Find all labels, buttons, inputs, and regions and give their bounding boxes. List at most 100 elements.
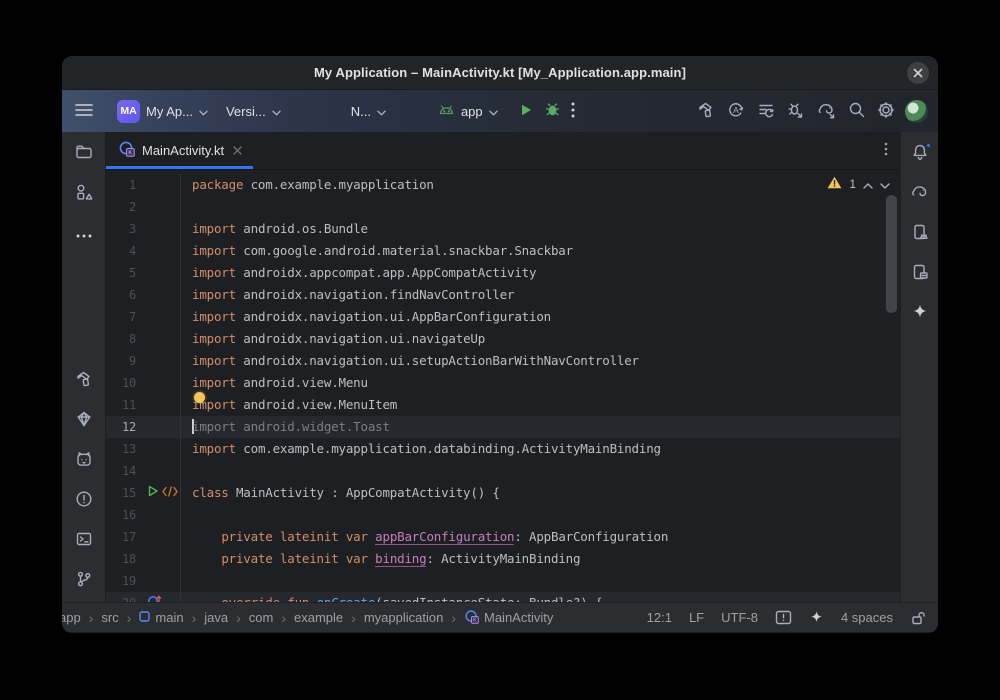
line-number[interactable]: 11 (106, 394, 140, 416)
search-everywhere-button[interactable] (842, 96, 871, 126)
line-number[interactable]: 4 (106, 240, 140, 262)
code-text[interactable]: import com.example.myapplication.databin… (180, 438, 900, 460)
override-method-icon[interactable] (147, 592, 162, 602)
gemini-status-icon[interactable] (809, 610, 824, 625)
code-text[interactable]: import androidx.navigation.findNavContro… (180, 284, 900, 306)
code-text[interactable]: class MainActivity : AppCompatActivity()… (180, 482, 900, 504)
gemini-button[interactable] (907, 302, 933, 325)
build-tool-button[interactable] (71, 369, 97, 392)
line-number[interactable]: 15 (106, 482, 140, 504)
attach-debugger-button[interactable] (781, 96, 811, 127)
line-number[interactable]: 17 (106, 526, 140, 548)
caret-position[interactable]: 12:1 (647, 610, 672, 625)
code-text[interactable]: import androidx.navigation.ui.AppBarConf… (180, 306, 900, 328)
breadcrumb-item-myapplication[interactable]: myapplication (364, 610, 444, 625)
more-actions-button[interactable] (566, 98, 580, 125)
breadcrumb-item-src[interactable]: src (101, 610, 118, 625)
code-text[interactable]: import android.widget.Toast (180, 416, 900, 438)
code-text[interactable] (180, 196, 900, 218)
code-text[interactable]: import androidx.navigation.ui.setupActio… (180, 350, 900, 372)
line-number[interactable]: 9 (106, 350, 140, 372)
project-tool-button[interactable] (71, 142, 97, 165)
editor-tab-mainactivity[interactable]: K MainActivity.kt (106, 132, 253, 169)
previous-problem-button[interactable] (863, 177, 873, 192)
titlebar[interactable]: My Application – MainActivity.kt [My_App… (62, 56, 938, 90)
line-number[interactable]: 1 (106, 174, 140, 196)
line-number[interactable]: 6 (106, 284, 140, 306)
line-number[interactable]: 16 (106, 504, 140, 526)
code-text[interactable] (180, 460, 900, 482)
line-number[interactable]: 18 (106, 548, 140, 570)
line-number[interactable]: 12 (106, 416, 140, 438)
project-selector[interactable]: MA My Ap... (112, 96, 213, 127)
app-quality-insights-tool-button[interactable] (71, 409, 97, 432)
file-encoding[interactable]: UTF-8 (721, 610, 758, 625)
run-gutter-icon[interactable] (147, 482, 159, 504)
gutter[interactable] (140, 482, 180, 504)
editor-scrollbar[interactable] (886, 195, 897, 313)
line-separator[interactable]: LF (689, 610, 704, 625)
tab-options-button[interactable] (879, 132, 900, 169)
vcs-widget[interactable]: Versi... (221, 100, 286, 123)
run-button[interactable] (513, 98, 539, 125)
gutter[interactable] (140, 592, 180, 602)
running-devices-button[interactable] (907, 262, 933, 285)
version-control-tool-button[interactable] (71, 569, 97, 592)
apply-code-changes-button[interactable] (751, 96, 781, 127)
line-number[interactable]: 13 (106, 438, 140, 460)
settings-button[interactable] (871, 96, 901, 127)
code-text[interactable]: import com.google.android.material.snack… (180, 240, 900, 262)
breadcrumb-item-mainactivity[interactable]: KMainActivity (464, 609, 553, 627)
line-number[interactable]: 19 (106, 570, 140, 592)
line-number[interactable]: 5 (106, 262, 140, 284)
line-number[interactable]: 7 (106, 306, 140, 328)
debug-button[interactable] (539, 97, 566, 125)
run-configuration-selector[interactable]: app (433, 98, 503, 124)
gradle-sync-button[interactable] (811, 96, 842, 127)
inspections-widget[interactable]: 1 (827, 176, 890, 192)
line-number[interactable]: 3 (106, 218, 140, 240)
window-close-button[interactable] (907, 62, 929, 84)
build-button[interactable] (691, 96, 721, 127)
profile-avatar[interactable] (905, 100, 928, 123)
code-text[interactable]: override fun onCreate(savedInstanceState… (180, 592, 900, 602)
main-menu-button[interactable] (70, 99, 98, 124)
unlocked-icon[interactable] (910, 610, 926, 626)
gradle-tool-button[interactable] (907, 182, 933, 205)
line-number[interactable]: 14 (106, 460, 140, 482)
code-text[interactable]: private lateinit var binding: ActivityMa… (180, 548, 900, 570)
problems-tool-button[interactable] (71, 489, 97, 512)
line-number[interactable]: 2 (106, 196, 140, 218)
code-text[interactable] (180, 504, 900, 526)
breadcrumb-item-app[interactable]: app (62, 610, 81, 625)
line-number[interactable]: 20 (106, 592, 140, 602)
code-text[interactable]: import android.os.Bundle (180, 218, 900, 240)
line-number[interactable]: 8 (106, 328, 140, 350)
intention-bulb-icon[interactable] (194, 392, 205, 403)
indent-setting[interactable]: 4 spaces (841, 610, 893, 625)
code-text[interactable]: import android.view.MenuItem (180, 394, 900, 416)
code-text[interactable]: import androidx.appcompat.app.AppCompatA… (180, 262, 900, 284)
next-problem-button[interactable] (880, 177, 890, 192)
breadcrumb-item-example[interactable]: example (294, 610, 343, 625)
terminal-tool-button[interactable] (71, 529, 97, 552)
code-text[interactable]: import android.view.Menu (180, 372, 900, 394)
breadcrumb-item-main[interactable]: main (139, 610, 183, 625)
breadcrumb-item-com[interactable]: com (249, 610, 274, 625)
breadcrumb-item-java[interactable]: java (204, 610, 228, 625)
code-text[interactable]: import androidx.navigation.ui.navigateUp (180, 328, 900, 350)
line-number[interactable]: 10 (106, 372, 140, 394)
resource-manager-tool-button[interactable] (71, 182, 97, 205)
code-editor[interactable]: 1package com.example.myapplication23impo… (106, 170, 900, 602)
code-text[interactable]: private lateinit var appBarConfiguration… (180, 526, 900, 548)
inspections-widget-icon[interactable] (775, 610, 792, 625)
device-manager-button[interactable] (907, 222, 933, 245)
related-xml-icon[interactable] (162, 482, 178, 504)
code-text[interactable] (180, 570, 900, 592)
notifications-button[interactable] (907, 142, 933, 165)
code-text[interactable]: package com.example.myapplication (180, 174, 900, 196)
more-tool-windows-button[interactable] (71, 222, 97, 245)
logcat-tool-button[interactable] (71, 449, 97, 472)
device-selector[interactable]: N... (346, 100, 391, 123)
tab-close-button[interactable] (231, 141, 244, 160)
